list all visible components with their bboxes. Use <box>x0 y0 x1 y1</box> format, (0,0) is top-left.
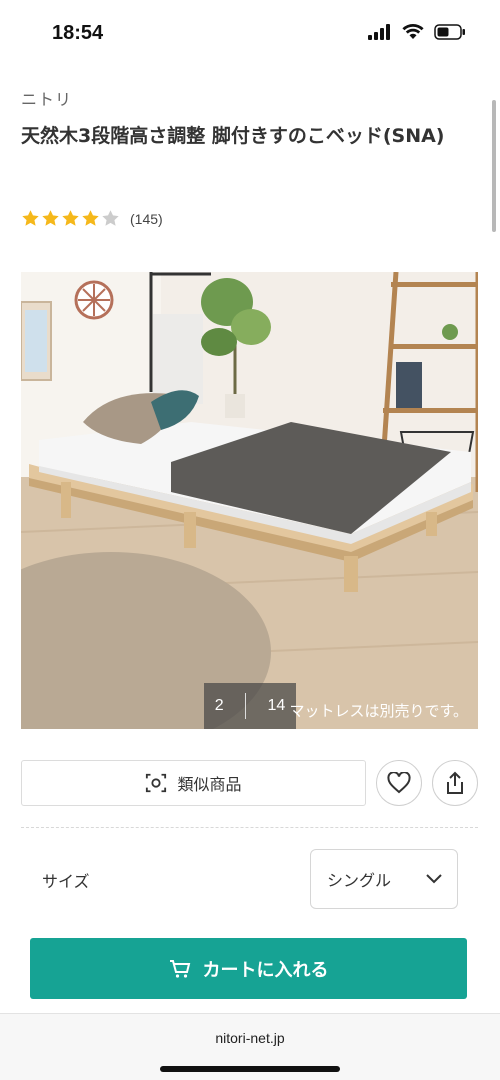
gallery-counter-separator <box>245 693 247 719</box>
size-selected-value: シングル <box>327 871 392 890</box>
similar-products-button[interactable]: 類似商品 <box>21 760 366 806</box>
section-divider <box>21 827 478 828</box>
wifi-icon <box>402 24 424 39</box>
browser-address-bar[interactable]: nitori-net.jp <box>0 1013 500 1080</box>
favorite-button[interactable] <box>376 760 422 806</box>
product-image[interactable] <box>21 272 478 729</box>
add-to-cart-button[interactable]: カートに入れる <box>30 938 467 999</box>
camera-scan-icon <box>146 773 167 793</box>
product-title: 天然木3段階高さ調整 脚付きすのこベッド(SNA) <box>21 125 445 147</box>
rating-stars <box>21 209 120 228</box>
star-filled-icon <box>42 210 59 226</box>
status-bar: 18:54 <box>0 0 500 62</box>
size-select[interactable]: シングル <box>310 849 458 909</box>
image-caption: マットレスは別売りです。 <box>289 702 468 720</box>
star-empty-icon <box>102 210 119 226</box>
share-icon <box>447 771 463 794</box>
status-icons <box>368 24 466 40</box>
share-button[interactable] <box>432 760 478 806</box>
product-rating[interactable]: (145) <box>21 209 163 228</box>
cart-icon <box>169 959 190 978</box>
signal-icon <box>368 24 390 40</box>
star-filled-icon <box>62 210 79 226</box>
add-to-cart-label: カートに入れる <box>202 959 329 981</box>
star-filled-icon <box>22 210 39 226</box>
battery-icon <box>434 24 465 40</box>
gallery-current-index: 2 <box>214 697 224 714</box>
rating-count[interactable]: (145) <box>130 211 163 227</box>
heart-icon <box>387 772 411 794</box>
brand-name[interactable]: ニトリ <box>21 86 72 110</box>
gallery-total: 14 <box>267 697 286 714</box>
product-image-gallery[interactable]: 2 14 マットレスは別売りです。 <box>21 272 478 729</box>
home-indicator[interactable] <box>160 1066 340 1072</box>
scroll-indicator[interactable] <box>492 100 496 232</box>
star-filled-icon <box>82 210 99 226</box>
status-time: 18:54 <box>52 22 104 44</box>
gallery-counter: 2 14 <box>204 683 296 729</box>
chevron-down-icon <box>426 874 442 884</box>
browser-domain[interactable]: nitori-net.jp <box>0 1030 500 1046</box>
size-label: サイズ <box>42 872 90 891</box>
similar-products-label: 類似商品 <box>177 775 242 794</box>
